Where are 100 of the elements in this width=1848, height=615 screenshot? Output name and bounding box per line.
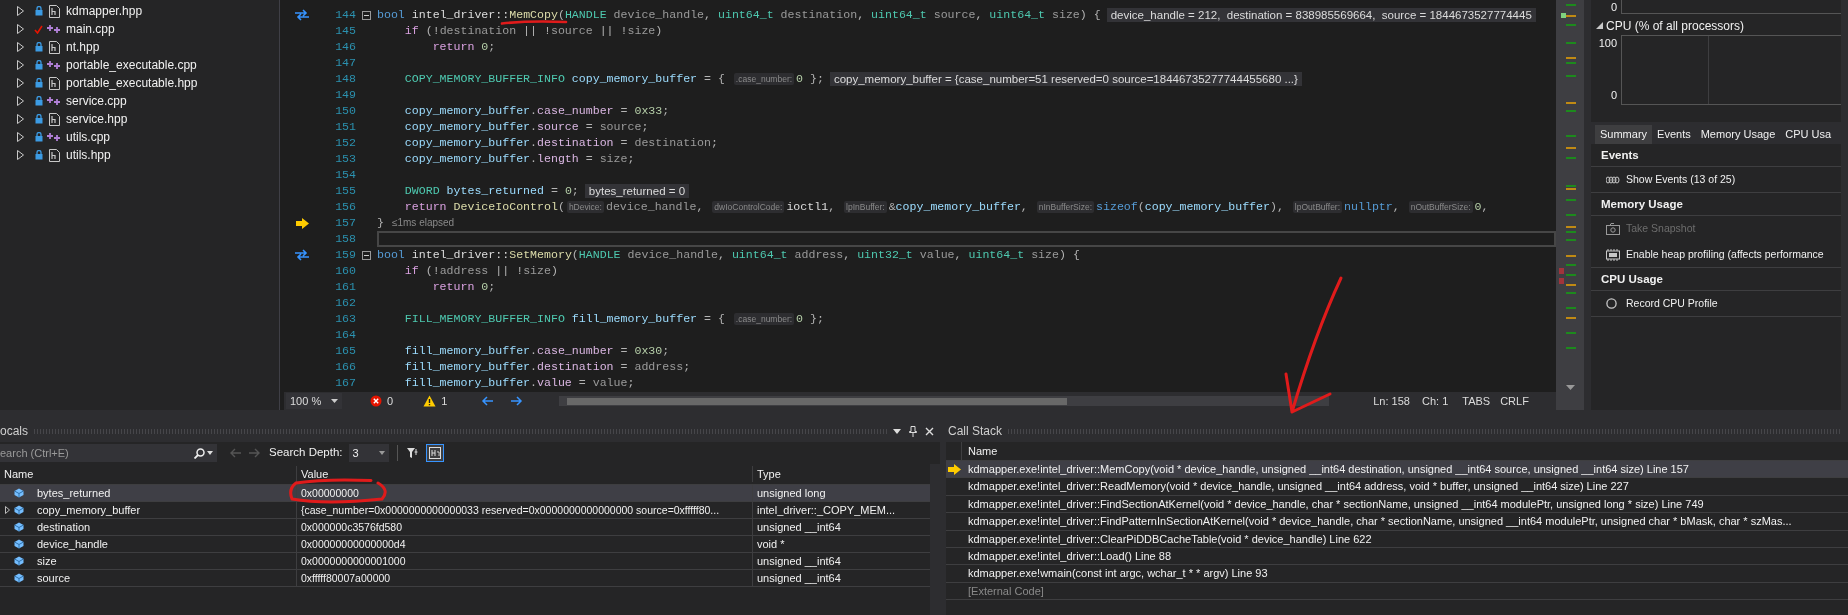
- depth-dropdown[interactable]: 3: [348, 444, 389, 462]
- stack-frame[interactable]: kdmapper.exe!intel_driver::ClearPiDDBCacheTable(void * device_handle) Line 622: [962, 530, 1372, 547]
- punctuation: .: [530, 361, 538, 373]
- search-field[interactable]: earch (Ctrl+E): [0, 444, 190, 462]
- parameter-hint: lpInBuffer:: [844, 201, 887, 213]
- file-name[interactable]: portable_executable.hpp: [66, 74, 198, 92]
- file-name[interactable]: kdmapper.hpp: [66, 2, 143, 20]
- stack-frame[interactable]: kdmapper.exe!intel_driver::ReadMemory(void * device_handle, unsigned __int64 address, void * buffer, unsigned __int64 size) Line 227: [962, 478, 1629, 495]
- action-link[interactable]: Enable heap profiling (affects performance: [1626, 246, 1824, 263]
- vertical-scrollbar[interactable]: [930, 464, 940, 615]
- collapse-icon[interactable]: [362, 10, 371, 20]
- parameter: device_handle: [626, 249, 718, 261]
- punctuation: ;: [710, 137, 718, 149]
- column-header[interactable]: Value: [296, 465, 752, 483]
- forward-arrow-icon[interactable]: [510, 396, 524, 406]
- action-link[interactable]: Show Events (13 of 25): [1626, 171, 1736, 188]
- parameter: size: [1030, 249, 1059, 261]
- number: 0: [796, 73, 804, 85]
- column-header[interactable]: Name: [962, 442, 998, 460]
- stack-frame[interactable]: [External Code]: [962, 582, 1044, 600]
- close-icon[interactable]: [925, 426, 934, 436]
- member-name: case_number: [537, 105, 614, 117]
- section-heading: Memory Usage: [1591, 193, 1841, 216]
- variable-value: 0x000000c3576fd580: [301, 521, 402, 533]
- vertical-scrollbar[interactable]: [1556, 0, 1584, 410]
- punctuation: ;: [662, 345, 670, 357]
- locals-row[interactable]: source 0xfffff80007a00000 unsigned __int64: [0, 570, 930, 587]
- stack-frame[interactable]: kdmapper.exe!intel_driver::FindSectionAtKernel(void * device_handle, char * sectionName, unsigned __int64 modulePtr, unsigned long * size) Line 749: [962, 495, 1704, 513]
- stack-frame[interactable]: kdmapper.exe!wmain(const int argc, wchar_t * * argv) Line 93: [962, 565, 1268, 582]
- variable-value: 0x00000000: [301, 487, 359, 499]
- file-name[interactable]: utils.cpp: [66, 128, 111, 146]
- file-name[interactable]: nt.hpp: [66, 38, 100, 56]
- punctuation: ) {: [1058, 249, 1080, 261]
- scroll-down-icon[interactable]: [1565, 385, 1575, 390]
- search-button[interactable]: [190, 444, 217, 462]
- function-name: SetMemory: [509, 249, 572, 261]
- parameter: device_handle: [612, 9, 705, 21]
- line-number: 158: [334, 233, 356, 245]
- punctuation: =: [549, 185, 559, 197]
- collapse-icon[interactable]: [362, 250, 371, 260]
- header-file-icon: [48, 4, 60, 18]
- type-name: HANDLE: [578, 249, 621, 261]
- stack-frame[interactable]: kdmapper.exe!intel_driver::Load() Line 88: [962, 547, 1171, 565]
- variable-value: 0x0000000000001000: [301, 555, 406, 567]
- punctuation: (: [557, 9, 565, 21]
- scrollbar-thumb[interactable]: [567, 397, 1068, 405]
- punctuation: ;: [627, 153, 635, 165]
- datatip: copy_memory_buffer = {case_number=51 reserved=0 source=18446735277744455680 ...}: [829, 72, 1302, 86]
- locals-row[interactable]: size 0x0000000000001000 unsigned __int64: [0, 553, 930, 570]
- number: 0x30: [634, 345, 663, 357]
- file-name[interactable]: main.cpp: [66, 20, 115, 38]
- file-name[interactable]: portable_executable.cpp: [66, 56, 197, 74]
- axis-label: 0: [1609, 0, 1618, 15]
- line-number: 149: [334, 89, 356, 101]
- punctuation: ,: [975, 9, 984, 21]
- punctuation: .: [530, 345, 538, 357]
- tab[interactable]: Summary: [1595, 125, 1653, 144]
- error-icon[interactable]: [370, 395, 382, 407]
- warning-icon[interactable]: [423, 395, 437, 407]
- warning-count: 1: [441, 393, 448, 409]
- horizontal-scrollbar[interactable]: [559, 396, 1330, 406]
- collapse-triangle-icon[interactable]: [1596, 22, 1603, 29]
- punctuation: ;: [571, 185, 579, 197]
- hex-toggle-button[interactable]: [425, 444, 444, 462]
- variable: copy_memory_buffer: [403, 137, 531, 149]
- punctuation: =: [584, 153, 594, 165]
- punctuation: (!: [424, 265, 440, 277]
- pin-filter-icon: [406, 447, 419, 459]
- menu-caret-icon[interactable]: [893, 428, 901, 434]
- file-name[interactable]: service.hpp: [66, 110, 128, 128]
- keyword: return: [431, 281, 475, 293]
- tab[interactable]: Memory Usage: [1695, 125, 1781, 144]
- zoom-dropdown[interactable]: 100 %: [286, 393, 342, 409]
- locals-row[interactable]: copy_memory_buffer {case_number=0x0000000000000033 reserved=0x0000000000000000 source=0xfffff80... intel_driver::_COPY_MEM...: [0, 502, 930, 519]
- column-header[interactable]: Name: [0, 465, 296, 483]
- action-link[interactable]: Record CPU Profile: [1626, 295, 1718, 312]
- parameter: source: [599, 121, 642, 133]
- locals-row[interactable]: device_handle 0x00000000000000d4 void *: [0, 536, 930, 553]
- variable: copy_memory_buffer: [403, 121, 531, 133]
- variable: copy_memory_buffer: [570, 73, 698, 85]
- back-arrow-icon[interactable]: [481, 396, 495, 406]
- parameter: source: [550, 25, 593, 37]
- tab[interactable]: Events: [1652, 125, 1696, 144]
- parameter-hint: hDevice:: [566, 201, 604, 213]
- header-file-icon: [48, 112, 60, 126]
- line-number: 161: [334, 281, 356, 293]
- number: 0: [796, 313, 804, 325]
- line-number: 145: [334, 25, 356, 37]
- tab[interactable]: CPU Usa: [1780, 125, 1837, 144]
- variable-icon: [14, 488, 24, 498]
- file-name[interactable]: utils.hpp: [66, 146, 111, 164]
- column-position: Ch: 1: [1421, 393, 1449, 409]
- expand-arrow-icon[interactable]: [4, 506, 10, 514]
- locals-row[interactable]: destination 0x000000c3576fd580 unsigned __int64: [0, 519, 930, 536]
- file-name[interactable]: service.cpp: [66, 92, 127, 110]
- variable-name: device_handle: [37, 536, 108, 552]
- pin-icon[interactable]: [909, 425, 917, 437]
- locals-row[interactable]: bytes_returned 0x00000000 unsigned long: [0, 485, 930, 502]
- swap-arrows-icon: [294, 249, 310, 261]
- stack-frame[interactable]: kdmapper.exe!intel_driver::FindPatternInSectionAtKernel(void * device_handle, char * sectionName, unsigned __int64 modulePtr, unsigned char * bMask, char * szMas...: [962, 513, 1792, 530]
